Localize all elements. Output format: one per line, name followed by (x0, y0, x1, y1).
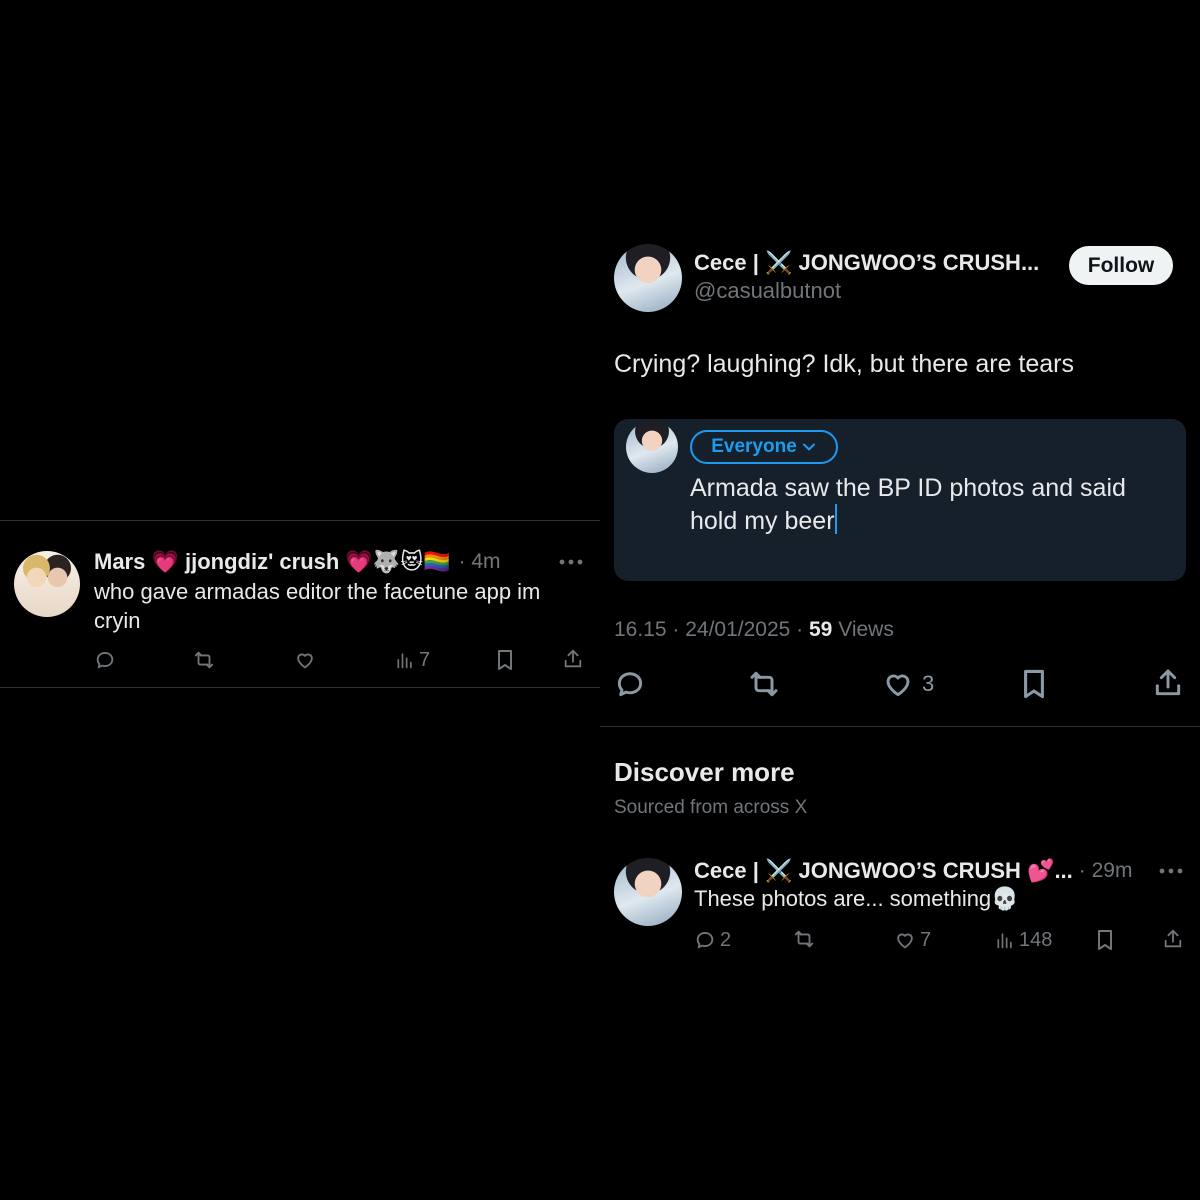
chevron-down-icon (802, 443, 815, 451)
more-icon[interactable] (556, 551, 586, 573)
repost-icon[interactable] (192, 649, 216, 671)
like-icon (897, 933, 913, 949)
like-icon (886, 674, 910, 697)
author-handle[interactable]: @casualbutnot (694, 278, 841, 304)
author-name[interactable]: Mars 💗 jjongdiz' crush 💗🐺😻🏳️‍🌈 (94, 549, 451, 575)
avatar[interactable] (614, 244, 682, 312)
discover-tweet[interactable]: Cece | ⚔️ JONGWOO’S CRUSH 💕... · 29m The… (600, 840, 1200, 970)
avatar (626, 421, 678, 473)
views-stat[interactable]: 7 (395, 647, 430, 673)
avatar[interactable] (614, 858, 682, 926)
repost-icon[interactable] (792, 928, 816, 950)
text-cursor (834, 504, 837, 534)
views-count: 148 (1019, 928, 1053, 951)
avatar[interactable] (14, 551, 80, 617)
left-tweet[interactable]: Mars 💗 jjongdiz' crush 💗🐺😻🏳️‍🌈 · 4m who … (0, 521, 600, 687)
reply-draft-text: Armada saw the BP ID photos and said hol… (690, 474, 1126, 535)
like-count: 3 (922, 671, 935, 696)
discover-title: Discover more (614, 757, 795, 787)
author-name[interactable]: Cece | ⚔️ JONGWOO’S CRUSH 💕... (694, 858, 1073, 884)
tweet-text: These photos are... something💀 (694, 886, 1019, 911)
reply-stat[interactable]: 2 (694, 927, 731, 953)
tweet-header: Mars 💗 jjongdiz' crush 💗🐺😻🏳️‍🌈 · 4m (94, 547, 564, 577)
timestamp[interactable]: 16.15 · 24/01/2025 · (614, 618, 803, 641)
like-count: 7 (920, 928, 932, 951)
reply-icon[interactable] (614, 668, 646, 700)
bookmark-icon[interactable] (495, 648, 515, 672)
reply-icon (696, 932, 714, 949)
views-count: 59 (809, 618, 833, 641)
reply-count: 2 (720, 928, 732, 951)
views-icon (997, 933, 1012, 949)
tweet-meta: 16.15 · 24/01/2025 · 59 Views (614, 618, 894, 642)
views-label: Views (838, 618, 894, 641)
author-name[interactable]: Cece | ⚔️ JONGWOO’S CRUSH... (694, 250, 1064, 276)
share-icon[interactable] (1152, 666, 1184, 700)
bookmark-icon[interactable] (1095, 928, 1115, 952)
bookmark-icon[interactable] (1020, 667, 1048, 701)
main-tweet: Cece | ⚔️ JONGWOO’S CRUSH... @casualbutn… (600, 230, 1200, 726)
like-stat[interactable]: 3 (882, 666, 934, 702)
tweet-text: Crying? laughing? Idk, but there are tea… (614, 350, 1074, 378)
repost-icon[interactable] (747, 668, 781, 700)
reply-icon[interactable] (94, 649, 116, 671)
more-icon[interactable] (1156, 860, 1186, 882)
like-stat[interactable]: 7 (894, 927, 931, 953)
views-count: 7 (419, 648, 431, 671)
left-bottom-divider (0, 687, 600, 688)
share-icon[interactable] (1162, 927, 1184, 951)
follow-button[interactable]: Follow (1069, 246, 1173, 285)
reply-compose-box[interactable]: Everyone Armada saw the BP ID photos and… (614, 419, 1186, 581)
like-icon[interactable] (294, 649, 316, 671)
tweet-header: Cece | ⚔️ JONGWOO’S CRUSH 💕... · 29m (694, 856, 1154, 886)
tweet-time[interactable]: · 29m (1079, 859, 1133, 883)
audience-selector[interactable]: Everyone (690, 430, 838, 464)
discover-subtitle: Sourced from across X (614, 797, 808, 818)
tweet-text: who gave armadas editor the facetune app… (94, 579, 541, 633)
right-divider (600, 726, 1200, 727)
reply-input[interactable]: Armada saw the BP ID photos and said hol… (690, 473, 1170, 537)
share-icon[interactable] (562, 647, 584, 671)
views-icon (397, 653, 412, 669)
audience-label: Everyone (711, 436, 797, 457)
tweet-time[interactable]: · 4m (459, 550, 501, 574)
views-stat[interactable]: 148 (995, 927, 1052, 953)
